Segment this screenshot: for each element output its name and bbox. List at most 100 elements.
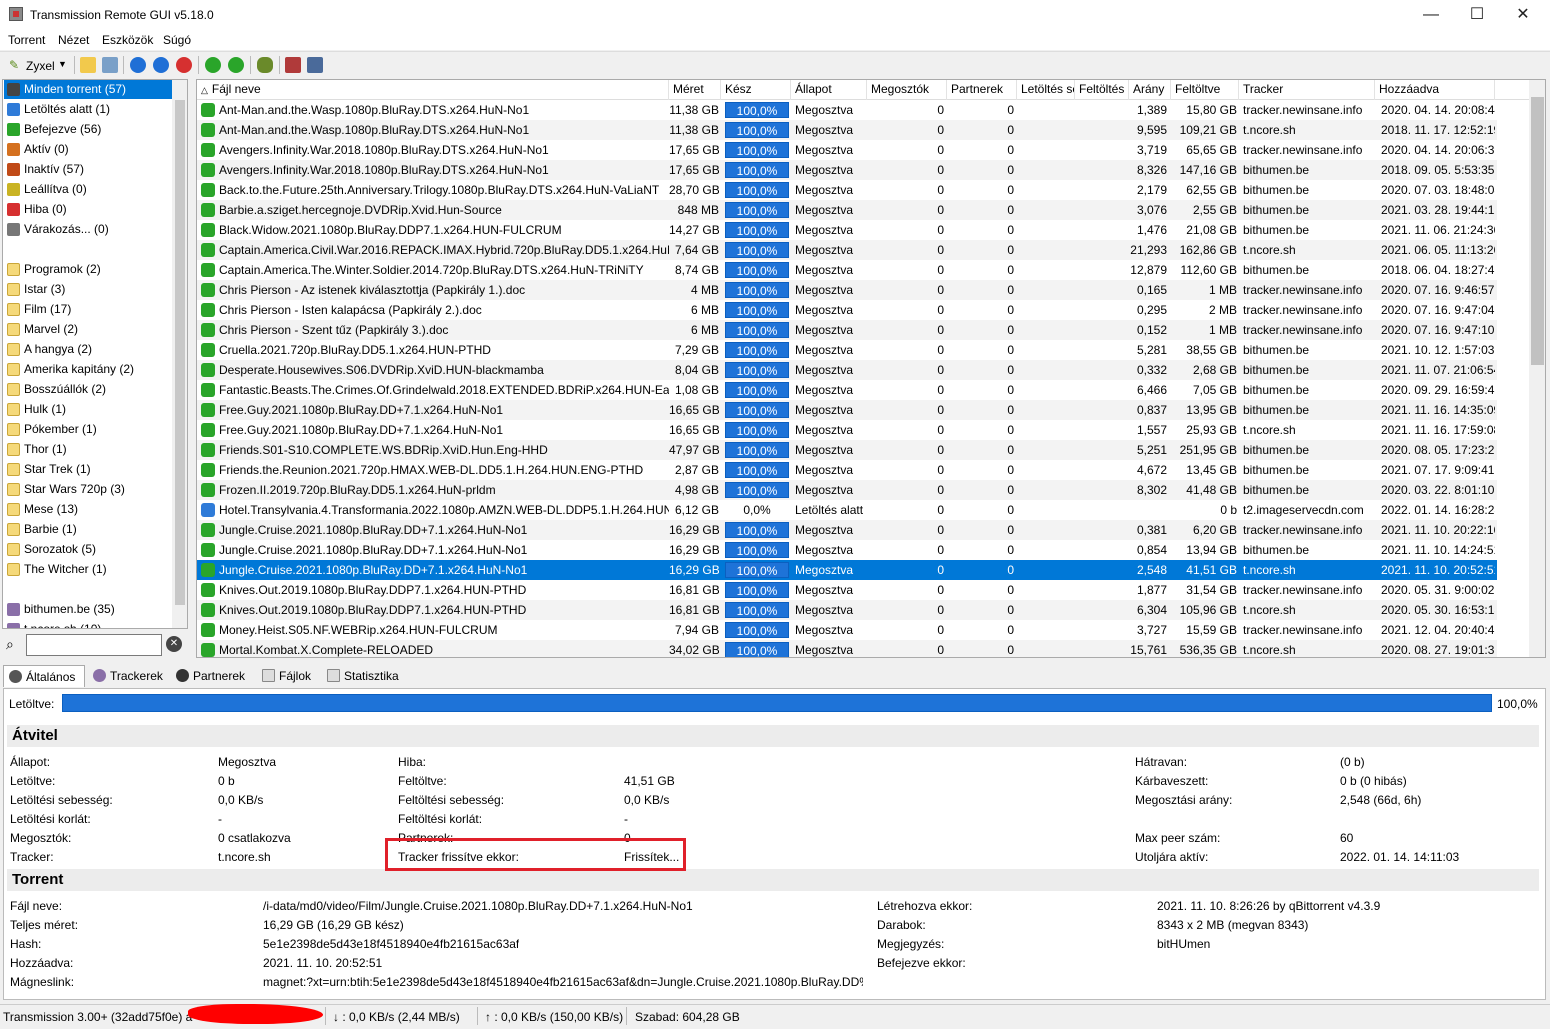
start-icon[interactable] [130,57,146,73]
table-row[interactable]: Cruella.2021.720p.BluRay.DD5.1.x264.HUN-… [197,340,1497,360]
table-row[interactable]: Avengers.Infinity.War.2018.1080p.BluRay.… [197,140,1497,160]
sidebar-item-folder[interactable]: Pókember (1) [4,420,172,439]
move-up-icon[interactable] [205,57,221,73]
menu-help[interactable]: Súgó [163,33,191,47]
torrent-list-scrollbar[interactable] [1529,80,1545,657]
connection-dropdown[interactable]: ✎ Zyxel ▼ [6,55,70,75]
tab-files[interactable]: Fájlok [257,665,317,687]
sidebar-item-folder[interactable]: Istar (3) [4,280,172,299]
table-row[interactable]: Captain.America.The.Winter.Soldier.2014.… [197,260,1497,280]
tab-trackers[interactable]: Trackerek [88,665,168,687]
sidebar-item-status[interactable]: Leállítva (0) [4,180,172,199]
sidebar-item-status[interactable]: Hiba (0) [4,200,172,219]
sidebar-item-folder[interactable]: Barbie (1) [4,520,172,539]
column-header[interactable]: Méret [669,80,721,100]
sidebar-item-folder[interactable]: Star Trek (1) [4,460,172,479]
table-row[interactable]: Jungle.Cruise.2021.1080p.BluRay.DD+7.1.x… [197,520,1497,540]
table-row[interactable]: Fantastic.Beasts.The.Crimes.Of.Grindelwa… [197,380,1497,400]
tab-statistics[interactable]: Statisztika [322,665,402,687]
sidebar-item-status[interactable]: Inaktív (57) [4,160,172,179]
sidebar-item-status[interactable]: Minden torrent (57) [4,80,172,99]
table-row[interactable]: Barbie.a.sziget.hercegnoje.DVDRip.Xvid.H… [197,200,1497,220]
table-row[interactable]: Avengers.Infinity.War.2018.1080p.BluRay.… [197,160,1497,180]
cell-uploaded: 147,16 GB [1179,163,1237,177]
table-row[interactable]: Friends.S01-S10.COMPLETE.WS.BDRip.XviD.H… [197,440,1497,460]
torrent-list-scroll-thumb[interactable] [1531,97,1544,365]
pause-icon[interactable] [153,57,169,73]
sidebar-item-folder[interactable]: Hulk (1) [4,400,172,419]
table-row[interactable]: Mortal.Kombat.X.Complete-RELOADED 34,02 G… [197,640,1497,657]
table-row[interactable]: Free.Guy.2021.1080p.BluRay.DD+7.1.x264.H… [197,420,1497,440]
table-row[interactable]: Jungle.Cruise.2021.1080p.BluRay.DD+7.1.x… [197,560,1497,580]
sidebar-item-status[interactable]: Aktív (0) [4,140,172,159]
table-row[interactable]: Free.Guy.2021.1080p.BluRay.DD+7.1.x264.H… [197,400,1497,420]
column-header[interactable]: △ Fájl neve [197,80,669,100]
tab-general[interactable]: Általános [3,665,85,687]
table-row[interactable]: Chris Pierson - Az istenek kiválasztottj… [197,280,1497,300]
table-row[interactable]: Knives.Out.2019.1080p.BluRay.DDP7.1.x264… [197,580,1497,600]
close-button[interactable]: ✕ [1500,0,1546,30]
options-icon[interactable] [285,57,301,73]
menu-view[interactable]: Nézet [58,33,89,47]
table-row[interactable]: Desperate.Housewives.S06.DVDRip.XviD.HUN… [197,360,1497,380]
minimize-button[interactable]: — [1408,0,1454,30]
remove-icon[interactable] [176,57,192,73]
sidebar-item-folder[interactable]: Sorozatok (5) [4,540,172,559]
cell-added: 2021. 11. 10. 20:52:51 [1381,563,1495,577]
menu-tools[interactable]: Eszközök [102,33,153,47]
column-header[interactable]: Hozzáadva [1375,80,1495,100]
table-row[interactable]: Money.Heist.S05.NF.WEBRip.x264.HUN-FULCR… [197,620,1497,640]
sidebar-item-folder[interactable]: Mese (13) [4,500,172,519]
menu-torrent[interactable]: Torrent [8,33,45,47]
speed-limit-icon[interactable] [257,57,273,73]
sidebar-item-folder[interactable]: A hangya (2) [4,340,172,359]
table-row[interactable]: Hotel.Transylvania.4.Transformania.2022.… [197,500,1497,520]
table-row[interactable]: Ant-Man.and.the.Wasp.1080p.BluRay.DTS.x2… [197,120,1497,140]
move-down-icon[interactable] [228,57,244,73]
sidebar-item-folder[interactable]: Amerika kapitány (2) [4,360,172,379]
sidebar-item-folder[interactable]: Programok (2) [4,260,172,279]
column-header[interactable]: Feltöltés [1075,80,1129,100]
column-header[interactable]: Megosztók [867,80,947,100]
column-header[interactable]: Letöltés se [1017,80,1075,100]
sidebar-scroll-thumb[interactable] [175,100,185,605]
table-row[interactable]: Chris Pierson - Szent tűz (Papkirály 3.)… [197,320,1497,340]
sidebar-item-folder[interactable]: Star Wars 720p (3) [4,480,172,499]
search-input[interactable] [26,634,162,656]
clear-search-icon[interactable]: ✕ [166,636,182,652]
add-link-icon[interactable] [102,57,118,73]
sidebar-item-status[interactable]: Letöltés alatt (1) [4,100,172,119]
sidebar-item-status[interactable]: Várakozás... (0) [4,220,172,239]
sidebar-item-tracker[interactable]: t.ncore.sh (10) [4,620,172,628]
table-row[interactable]: Ant-Man.and.the.Wasp.1080p.BluRay.DTS.x2… [197,100,1497,120]
column-header[interactable]: Arány [1129,80,1171,100]
tab-peers[interactable]: Partnerek [171,665,251,687]
sidebar-item-folder[interactable]: Bosszúállók (2) [4,380,172,399]
table-row[interactable]: Frozen.II.2019.720p.BluRay.DD5.1.x264.Hu… [197,480,1497,500]
sidebar-item-folder[interactable]: Thor (1) [4,440,172,459]
table-row[interactable]: Friends.the.Reunion.2021.720p.HMAX.WEB-D… [197,460,1497,480]
sidebar-scrollbar[interactable] [172,80,187,628]
sidebar-item-folder[interactable]: Film (17) [4,300,172,319]
settings-icon[interactable] [307,57,323,73]
sidebar-item-tracker[interactable]: bithumen.be (35) [4,600,172,619]
maximize-button[interactable]: ☐ [1454,0,1500,30]
table-row[interactable]: Knives.Out.2019.1080p.BluRay.DDP7.1.x264… [197,600,1497,620]
cell-peers: 0 [1007,123,1014,137]
column-header[interactable]: Kész [721,80,791,100]
sidebar-item-folder[interactable]: The Witcher (1) [4,560,172,579]
table-row[interactable]: Captain.America.Civil.War.2016.REPACK.IM… [197,240,1497,260]
table-row[interactable]: Back.to.the.Future.25th.Anniversary.Tril… [197,180,1497,200]
cell-status: Megosztva [795,623,854,637]
column-header[interactable]: Állapot [791,80,867,100]
column-header[interactable]: Feltöltve [1171,80,1239,100]
table-row[interactable]: Black.Widow.2021.1080p.BluRay.DDP7.1.x26… [197,220,1497,240]
column-header[interactable]: Partnerek [947,80,1017,100]
table-row[interactable]: Jungle.Cruise.2021.1080p.BluRay.DD+7.1.x… [197,540,1497,560]
cell-progress: 100,0% [725,562,789,578]
table-row[interactable]: Chris Pierson - Isten kalapácsa (Papkirá… [197,300,1497,320]
column-header[interactable]: Tracker [1239,80,1375,100]
sidebar-item-status[interactable]: Befejezve (56) [4,120,172,139]
sidebar-item-folder[interactable]: Marvel (2) [4,320,172,339]
add-torrent-icon[interactable] [80,57,96,73]
